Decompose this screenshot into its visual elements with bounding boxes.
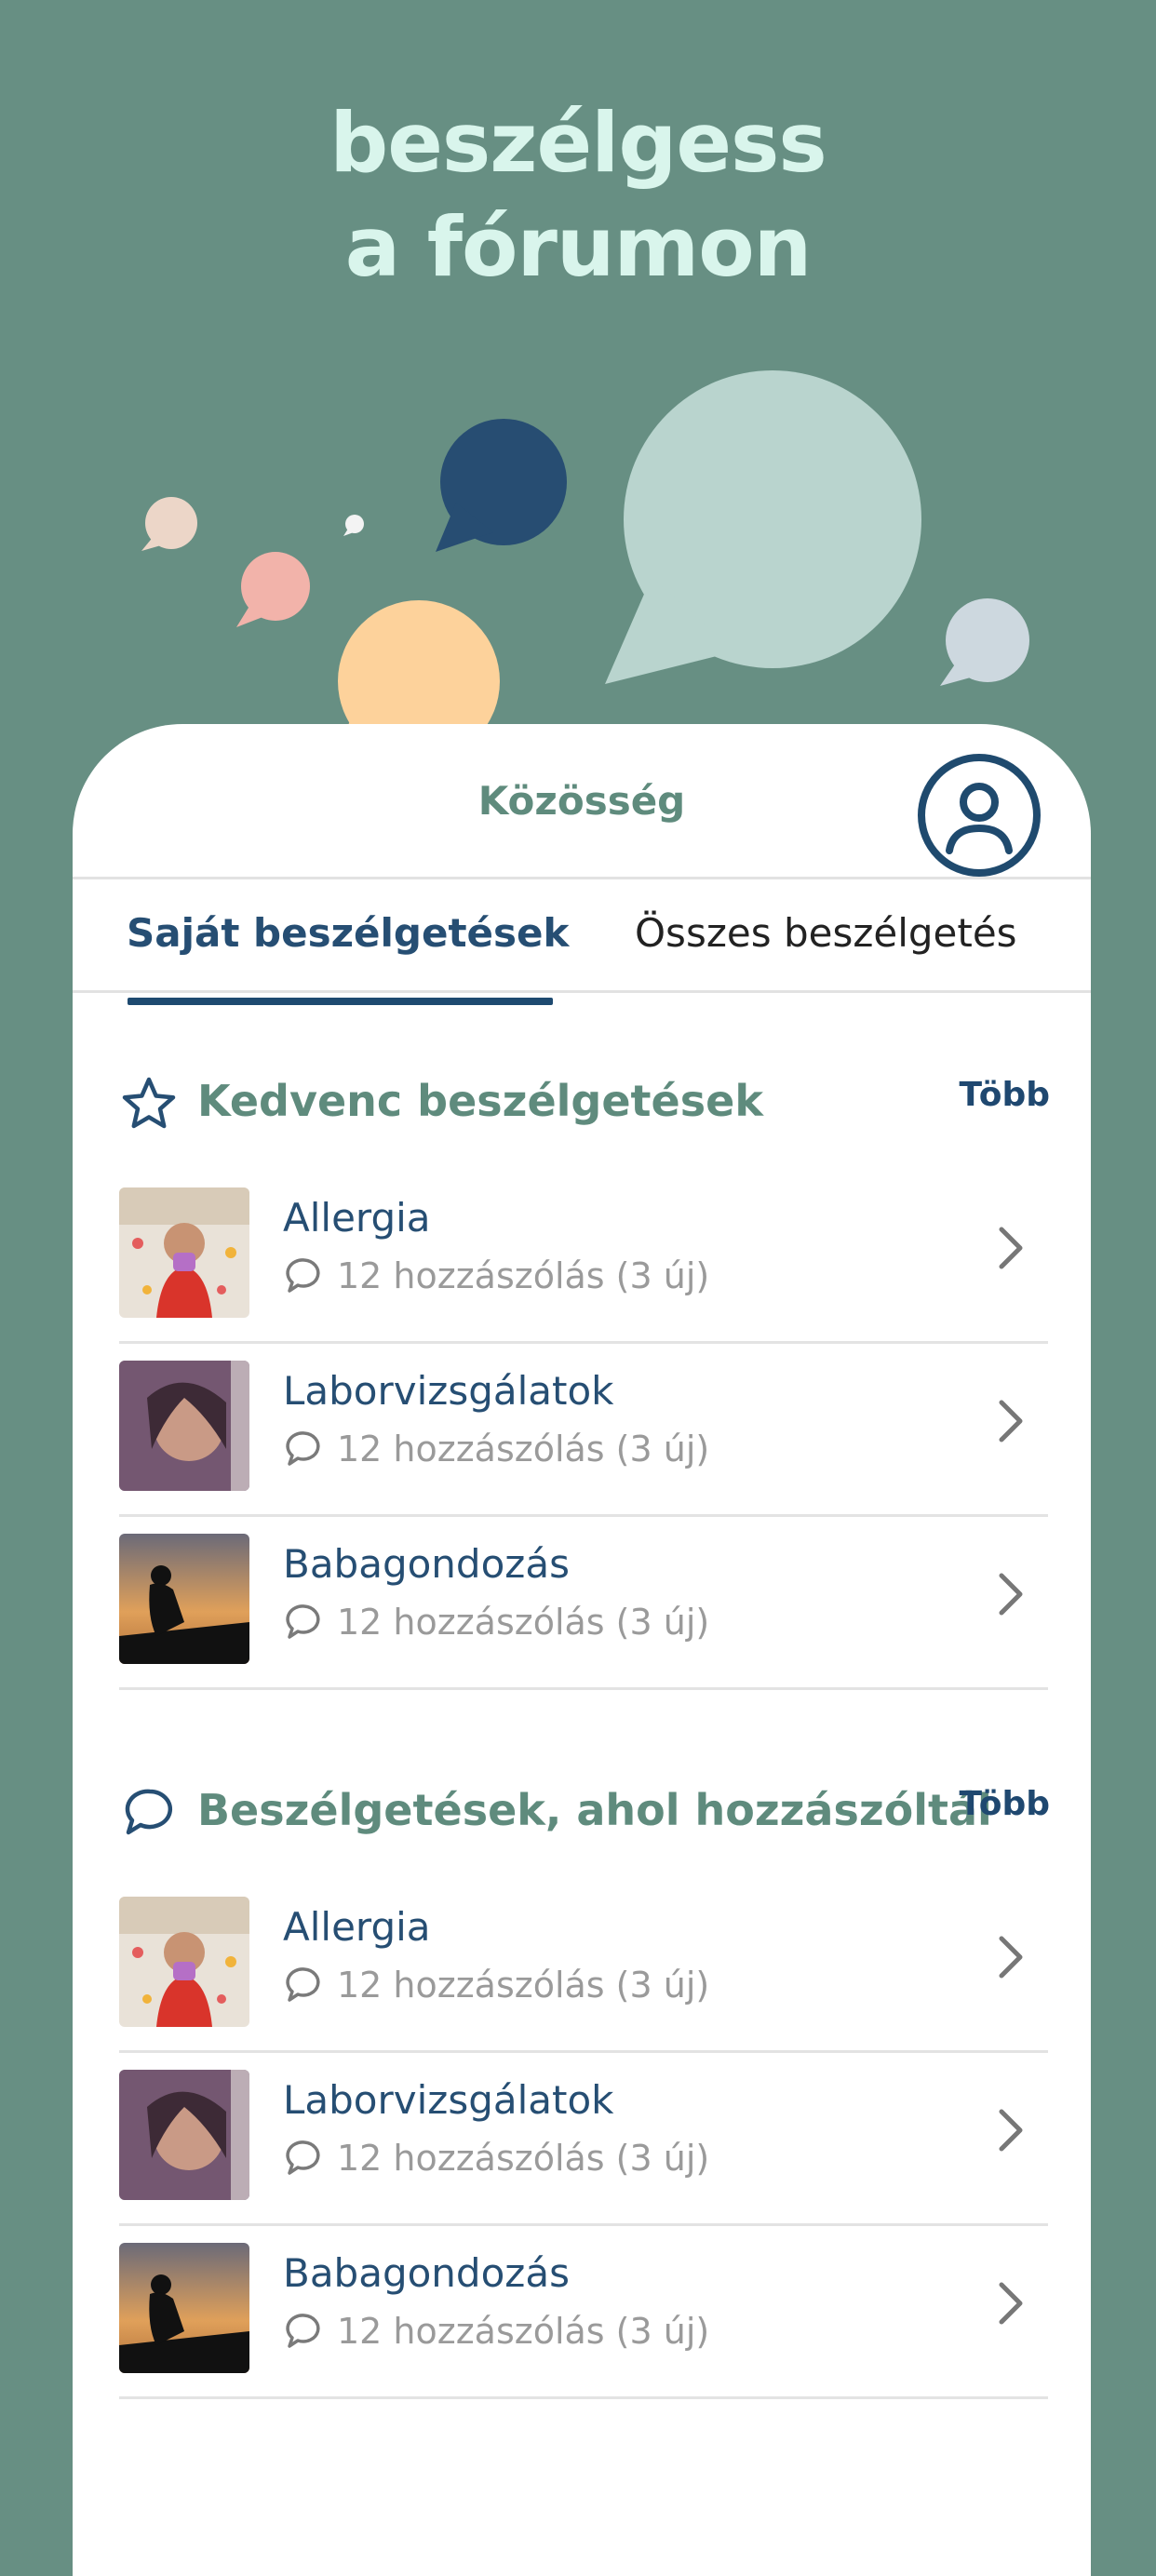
bubble-pink <box>236 552 310 627</box>
comment-icon <box>125 1789 173 1835</box>
conversation-meta: 12 hozzászólás (3 új) <box>283 1254 709 1297</box>
comment-icon <box>286 2140 320 2175</box>
list-item[interactable]: Allergia 12 hozzászólás (3 új) <box>119 1878 1048 2053</box>
active-tab-indicator <box>128 998 553 1005</box>
section-title: Beszélgetések, ahol hozzászóltál <box>197 1785 992 1835</box>
section-header: Kedvenc beszélgetések Több <box>119 1068 1050 1143</box>
chevron-right-icon <box>999 1573 1023 1616</box>
chevron-right-icon <box>999 1400 1023 1442</box>
conversation-meta: 12 hozzászólás (3 új) <box>283 1601 709 1644</box>
speech-bubbles-illustration <box>141 370 1029 771</box>
comment-icon <box>286 1258 320 1293</box>
list-item[interactable]: Laborvizsgálatok 12 hozzászólás (3 új) <box>119 2051 1048 2226</box>
section-title: Kedvenc beszélgetések <box>197 1076 763 1126</box>
list-item[interactable]: Allergia 12 hozzászólás (3 új) <box>119 1169 1048 1344</box>
list-item[interactable]: Babagondozás 12 hozzászólás (3 új) <box>119 1515 1048 1690</box>
comment-count: 12 hozzászólás (3 új) <box>337 1602 710 1643</box>
conversation-title: Allergia <box>283 1195 431 1241</box>
conversation-meta: 12 hozzászólás (3 új) <box>283 1428 709 1470</box>
app-header: Közösség <box>73 724 1091 879</box>
bubble-beige <box>141 497 197 551</box>
bubble-mint-large <box>605 370 921 684</box>
chevron-right-icon <box>999 1227 1023 1269</box>
chevron-right-icon <box>999 1936 1023 1979</box>
conversation-title: Babagondozás <box>283 2250 570 2296</box>
comment-count: 12 hozzászólás (3 új) <box>337 2138 710 2179</box>
thumbnail-babagondozas <box>119 2243 249 2373</box>
list-item[interactable]: Laborvizsgálatok 12 hozzászólás (3 új) <box>119 1342 1048 1517</box>
conversation-meta: 12 hozzászólás (3 új) <box>283 2137 709 2180</box>
conversation-meta: 12 hozzászólás (3 új) <box>283 1964 709 2006</box>
user-circle-icon <box>918 754 1041 877</box>
tab-bar: Saját beszélgetések Összes beszélgetés <box>73 877 1091 993</box>
comment-icon <box>286 1604 320 1639</box>
comment-count: 12 hozzászólás (3 új) <box>337 1965 710 2006</box>
bubble-gray <box>940 598 1029 686</box>
tab-all-conversations[interactable]: Összes beszélgetés <box>635 877 1017 990</box>
conversation-title: Allergia <box>283 1904 431 1950</box>
thumbnail-laborvizsgalatok <box>119 2070 249 2200</box>
thumbnail-allergia <box>119 1897 249 2027</box>
section-header: Beszélgetések, ahol hozzászóltál Több <box>119 1778 1050 1852</box>
chevron-right-icon <box>999 2282 1023 2325</box>
profile-button[interactable] <box>912 748 1046 882</box>
comment-icon <box>286 1431 320 1466</box>
more-link[interactable]: Több <box>960 1076 1050 1114</box>
more-link[interactable]: Több <box>960 1785 1050 1823</box>
star-icon <box>122 1077 176 1129</box>
comment-icon <box>286 1967 320 2002</box>
comment-count: 12 hozzászólás (3 új) <box>337 1429 710 1469</box>
tab-own-conversations[interactable]: Saját beszélgetések <box>127 877 569 990</box>
bubble-navy <box>436 419 567 552</box>
chevron-right-icon <box>999 2109 1023 2152</box>
conversation-title: Laborvizsgálatok <box>283 1368 614 1414</box>
comment-count: 12 hozzászólás (3 új) <box>337 2311 710 2352</box>
list-item[interactable]: Babagondozás 12 hozzászólás (3 új) <box>119 2224 1048 2399</box>
app-screen: Közösség Saját beszélgetések Összes besz… <box>73 724 1091 2576</box>
comment-count: 12 hozzászólás (3 új) <box>337 1255 710 1296</box>
thumbnail-allergia <box>119 1187 249 1318</box>
conversation-title: Babagondozás <box>283 1541 570 1587</box>
conversation-meta: 12 hozzászólás (3 új) <box>283 2310 709 2353</box>
conversation-title: Laborvizsgálatok <box>283 2077 614 2123</box>
thumbnail-laborvizsgalatok <box>119 1361 249 1491</box>
bubble-white-small <box>343 515 364 536</box>
thumbnail-babagondozas <box>119 1534 249 1664</box>
comment-icon <box>286 2314 320 2348</box>
